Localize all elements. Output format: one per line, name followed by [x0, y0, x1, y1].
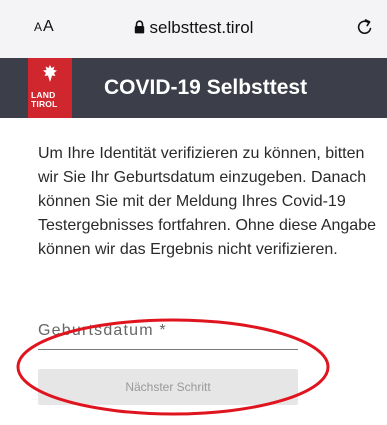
url-field[interactable]: selbsttest.tirol: [0, 18, 387, 38]
land-tirol-logo: LAND TIROL: [28, 58, 72, 118]
url-text: selbsttest.tirol: [149, 18, 254, 37]
birthdate-underline: [38, 349, 298, 350]
page-title: COVID-19 Selbsttest: [104, 76, 308, 99]
lock-icon: [134, 20, 144, 34]
birthdate-placeholder: Geburtsdatum *: [38, 322, 167, 339]
eagle-icon: [43, 65, 57, 82]
intro-text: Um Ihre Identität verifizieren zu können…: [38, 145, 376, 258]
logo-text-tirol: TIROL: [31, 99, 58, 109]
reload-icon[interactable]: [355, 17, 375, 37]
screen: AA AA selbsttest.tirol LAND TIROL COVID-…: [0, 0, 387, 425]
next-step-button[interactable]: Nächster Schritt: [38, 369, 298, 405]
browser-address-bar: AA AA selbsttest.tirol: [0, 0, 387, 58]
birthdate-input[interactable]: Geburtsdatum *: [38, 322, 298, 348]
